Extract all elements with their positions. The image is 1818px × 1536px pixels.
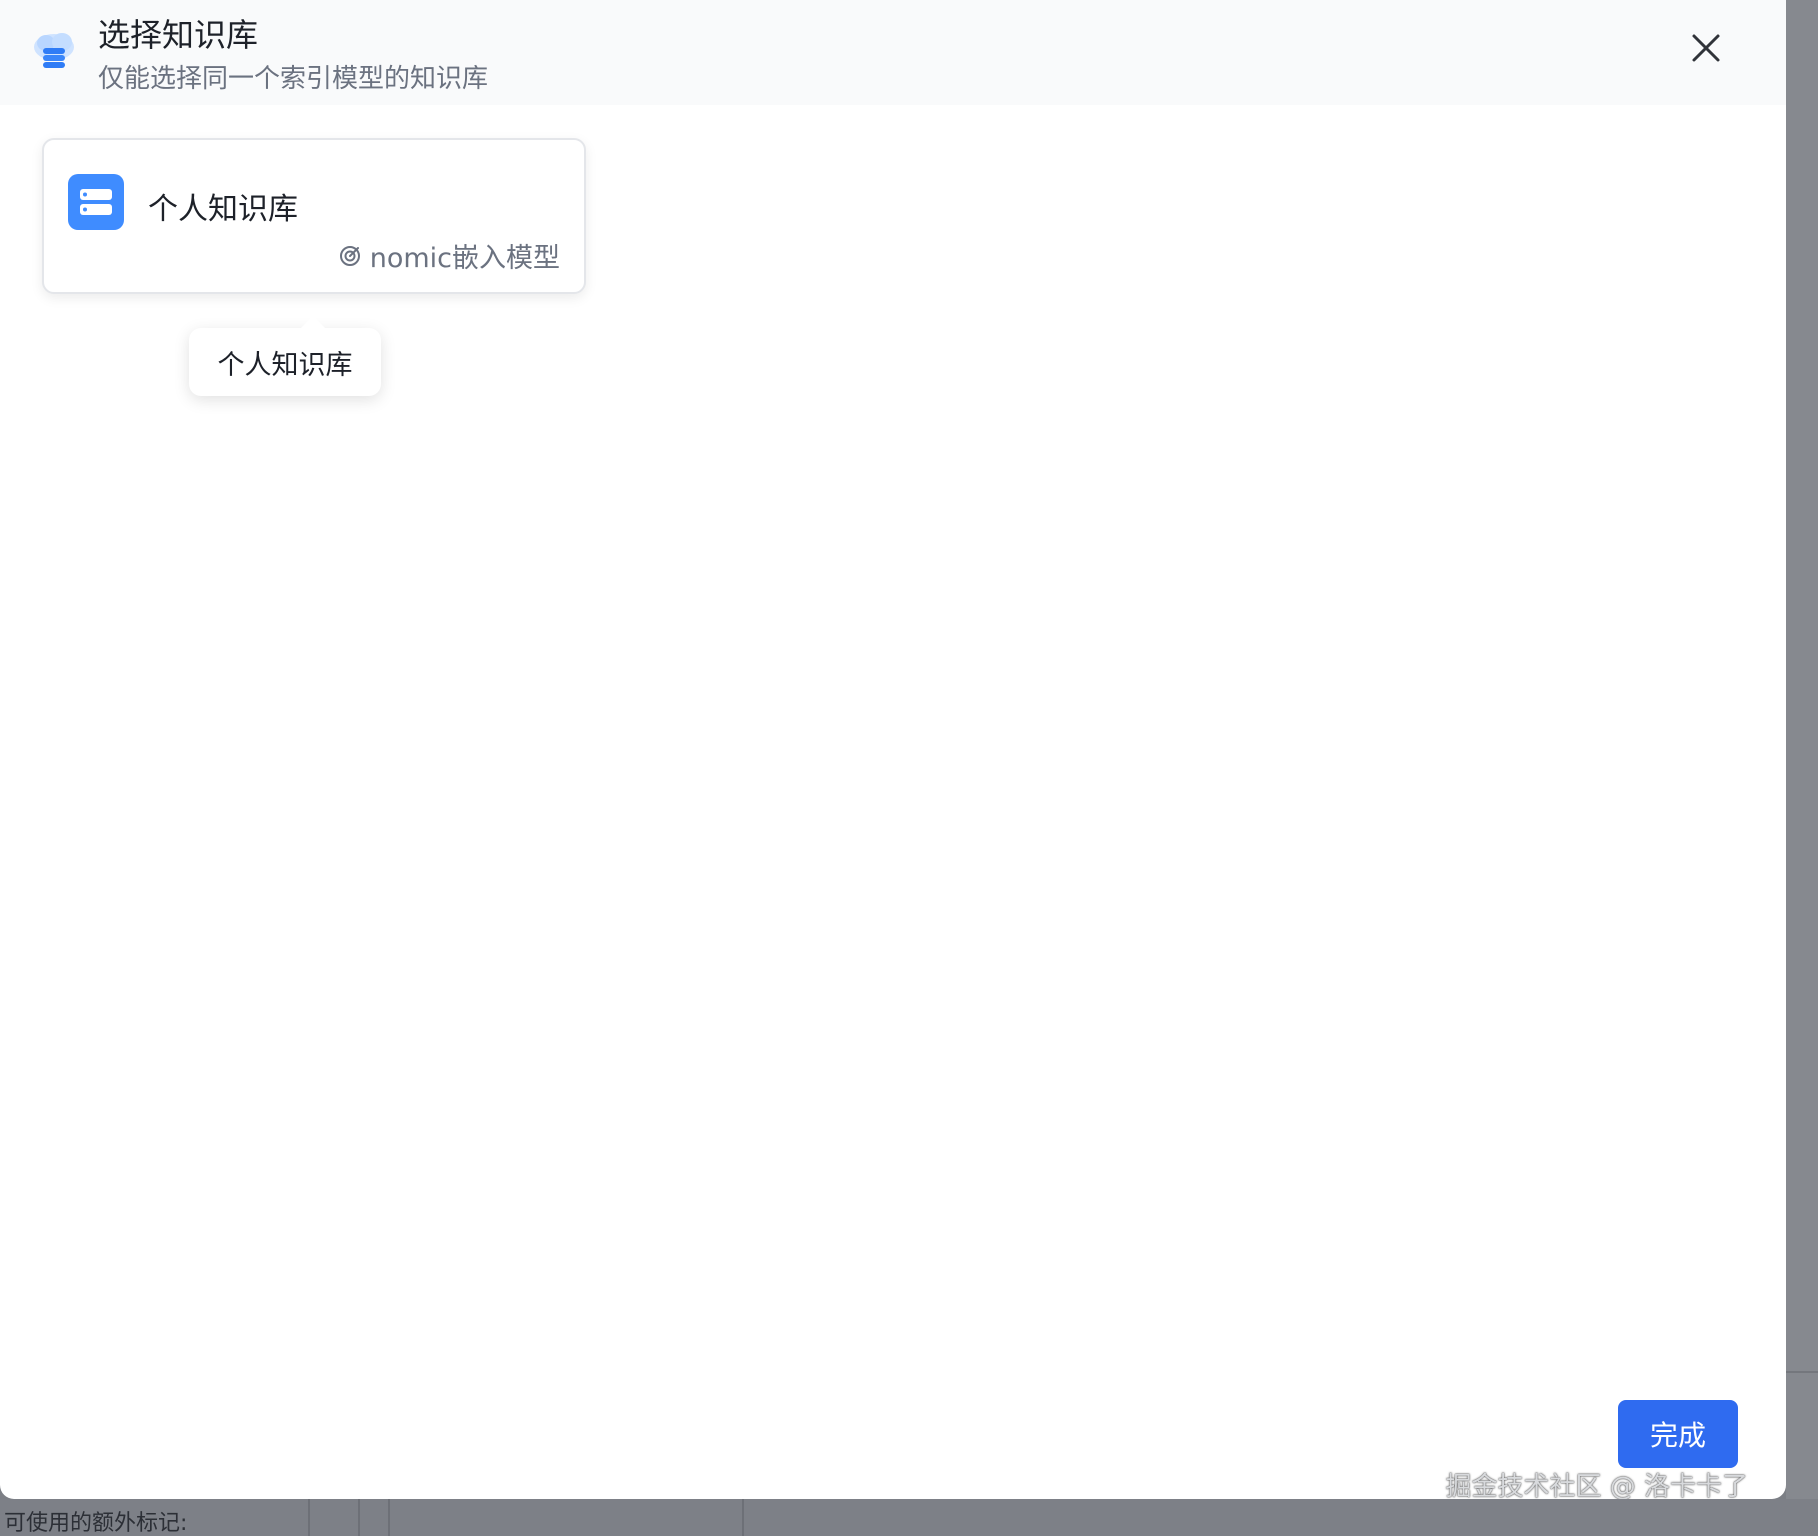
dialog-header: 选择知识库 仅能选择同一个索引模型的知识库 [0, 0, 1786, 105]
knowledge-base-model-label: nomic嵌入模型 [369, 243, 560, 274]
tooltip-text: 个人知识库 [217, 349, 353, 381]
tooltip: 个人知识库 [189, 316, 381, 396]
dialog-title: 选择知识库 [98, 16, 259, 54]
background-divider [358, 1499, 360, 1536]
server-icon [68, 174, 124, 230]
watermark: 掘金技术社区 @ 洛卡卡了 [1445, 1472, 1748, 1499]
done-button[interactable]: 完成 [1618, 1400, 1738, 1468]
close-icon [1691, 33, 1721, 67]
background-partial-text: 可使用的额外标记: [4, 1511, 188, 1536]
background-panel [1786, 0, 1818, 1499]
background-divider [308, 1499, 310, 1536]
embedding-model-icon [339, 245, 360, 266]
background-divider [388, 1499, 390, 1536]
knowledge-base-model: nomic嵌入模型 [338, 236, 560, 275]
background-divider [742, 1499, 744, 1536]
knowledge-base-name: 个人知识库 [148, 192, 298, 227]
background-divider [1786, 1371, 1818, 1373]
database-cloud-icon [32, 28, 76, 72]
background-footer-strip [0, 1499, 1818, 1536]
select-knowledge-base-dialog: 选择知识库 仅能选择同一个索引模型的知识库 个人知识库 nomic嵌入模型 个人… [0, 0, 1786, 1499]
close-button[interactable] [1686, 30, 1726, 70]
knowledge-base-card[interactable]: 个人知识库 nomic嵌入模型 [42, 138, 586, 294]
dialog-subtitle: 仅能选择同一个索引模型的知识库 [98, 64, 489, 94]
